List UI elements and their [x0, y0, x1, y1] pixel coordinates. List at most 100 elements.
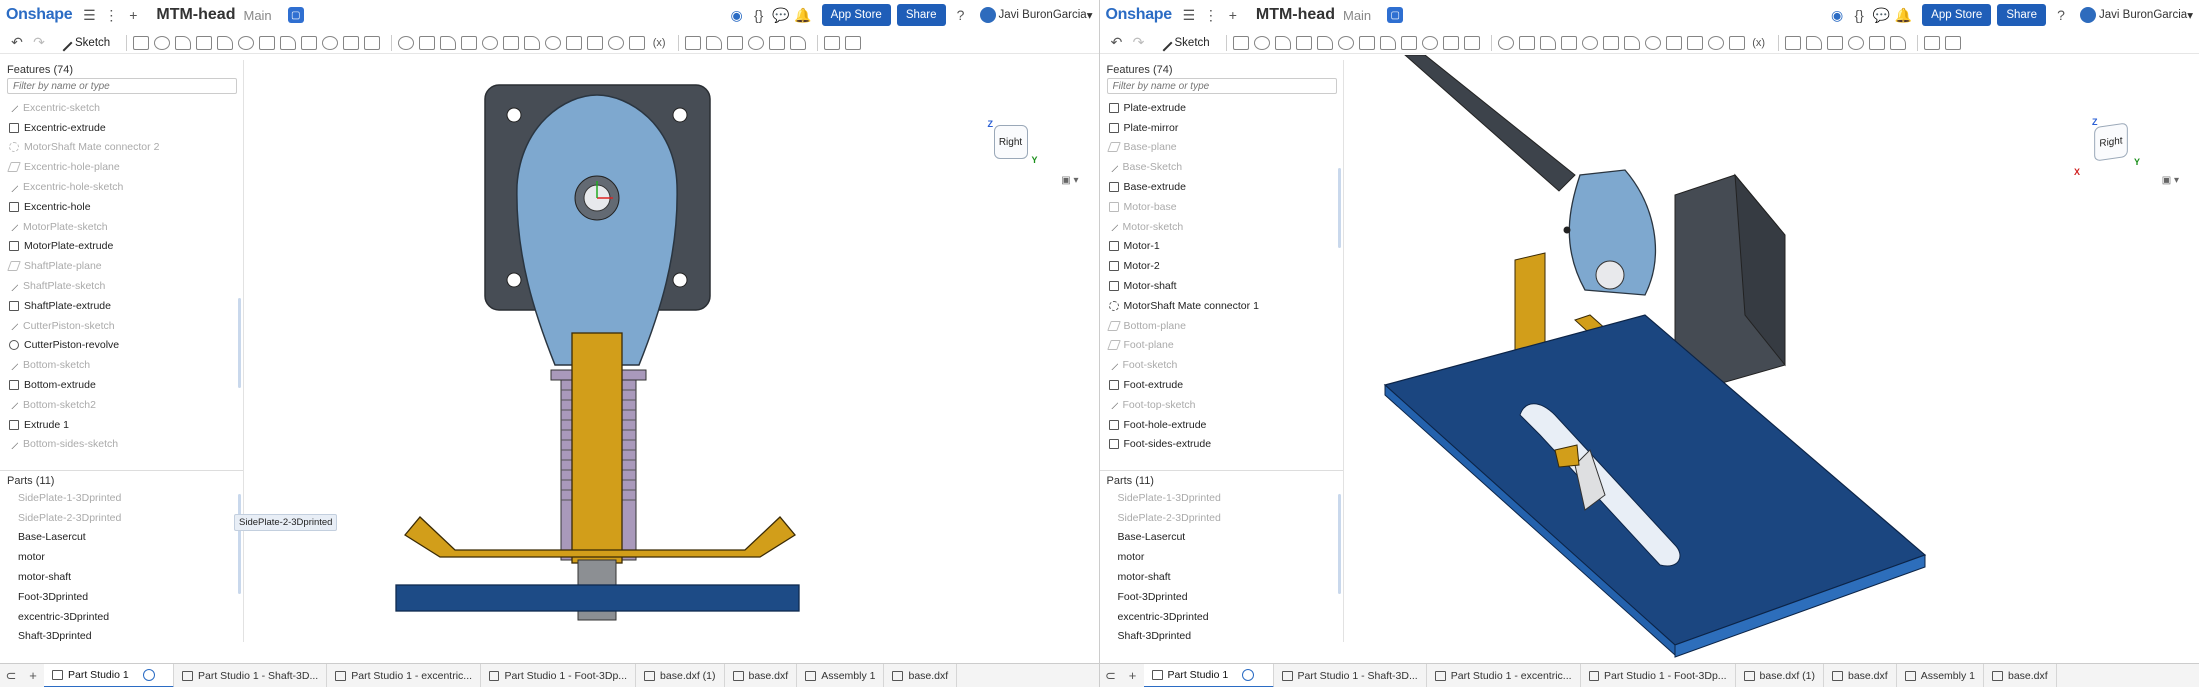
feature-item[interactable]: Excentric-hole-sketch [0, 177, 243, 197]
part-item[interactable]: SidePlate-1-3Dprinted [0, 488, 243, 508]
document-tab[interactable]: base.dxf [1824, 663, 1897, 687]
sketch-button[interactable]: Sketch [1155, 34, 1210, 51]
features-header[interactable]: Features (74) [1100, 60, 1343, 78]
share-button[interactable]: Share [1997, 4, 2046, 26]
add-custom-feature-icon[interactable] [1944, 35, 1961, 50]
chamfer-tool-icon[interactable] [259, 35, 276, 50]
follow-mode-icon[interactable] [142, 668, 155, 681]
feature-list-scrollbar[interactable] [238, 298, 241, 388]
user-menu[interactable]: Javi BuronGarcia ▾ [979, 7, 1093, 23]
comments-icon[interactable]: 💬 [772, 6, 790, 24]
feature-item[interactable]: Motor-1 [1100, 237, 1343, 257]
view-options-dropdown[interactable]: ▣ ▾ [1061, 175, 1078, 186]
undo-icon[interactable]: ↶ [1108, 34, 1126, 52]
feature-tree-icon[interactable]: ⋮ [1202, 6, 1220, 24]
appearance-tool-icon[interactable] [1923, 35, 1940, 50]
revolve-tool-icon[interactable] [1253, 35, 1270, 50]
sheet-metal-tool-icon[interactable] [566, 35, 583, 50]
part-item[interactable]: SidePlate-2-3Dprinted [1100, 508, 1343, 528]
document-tab[interactable]: Part Studio 1 - Shaft-3D... [1274, 663, 1427, 687]
feature-item[interactable]: Motor-shaft [1100, 276, 1343, 296]
fillet-tool-icon[interactable] [238, 35, 255, 50]
feature-item[interactable]: Base-Sketch [1100, 157, 1343, 177]
thicken-tool-icon[interactable] [217, 35, 234, 50]
document-name[interactable]: MTM-head [156, 6, 235, 24]
shell-tool-icon[interactable] [1421, 35, 1438, 50]
tab-manager-icon[interactable]: ⊂ [1100, 668, 1122, 684]
document-icon[interactable]: ▢ [287, 7, 304, 23]
extrude-tool-icon[interactable] [1232, 35, 1249, 50]
revolve-tool-icon[interactable] [154, 35, 171, 50]
rib-tool-icon[interactable] [301, 35, 318, 50]
feature-item[interactable]: MotorPlate-sketch [0, 217, 243, 237]
features-filter-input[interactable] [7, 78, 237, 94]
feature-item[interactable]: Base-plane [1100, 138, 1343, 158]
feature-item[interactable]: Foot-top-sketch [1100, 395, 1343, 415]
extrude-tool-icon[interactable] [133, 35, 150, 50]
onshape-logo[interactable]: Onshape [1106, 6, 1173, 24]
transform-tool-icon[interactable] [440, 35, 457, 50]
surface-tool-icon[interactable] [1686, 35, 1703, 50]
insert-icon[interactable]: + [1224, 6, 1242, 24]
help-icon[interactable]: ? [952, 6, 970, 24]
part-item[interactable]: motor [1100, 547, 1343, 567]
measure-tool-icon[interactable] [608, 35, 625, 50]
curve-tool-icon[interactable] [1868, 35, 1885, 50]
feature-item[interactable]: Bottom-sketch2 [0, 395, 243, 415]
feature-item[interactable]: Bottom-plane [1100, 316, 1343, 336]
fillet-tool-icon[interactable] [1337, 35, 1354, 50]
feature-item[interactable]: Excentric-hole-plane [0, 157, 243, 177]
notifications-icon[interactable]: 🔔 [794, 6, 812, 24]
boolean-tool-icon[interactable] [1497, 35, 1514, 50]
document-tab[interactable]: Part Studio 1 - Foot-3Dp... [1581, 663, 1736, 687]
document-tab[interactable]: Part Studio 1 - excentric... [1427, 663, 1581, 687]
user-menu[interactable]: Javi BuronGarcia ▾ [2080, 7, 2193, 23]
comments-icon[interactable]: 💬 [1872, 6, 1890, 24]
part-item[interactable]: SidePlate-1-3Dprinted [1100, 488, 1343, 508]
feature-item[interactable]: MotorPlate-extrude [0, 237, 243, 257]
add-tab-icon[interactable]: + [1122, 668, 1144, 683]
curve-tool-icon[interactable] [769, 35, 786, 50]
parts-header[interactable]: Parts (11) [1099, 470, 1343, 488]
feature-item[interactable]: Bottom-sketch [0, 355, 243, 375]
frame-tool-icon[interactable] [1889, 35, 1906, 50]
loft-tool-icon[interactable] [196, 35, 213, 50]
feature-item[interactable]: Foot-hole-extrude [1100, 415, 1343, 435]
feature-list-scrollbar[interactable] [1337, 168, 1341, 248]
undo-icon[interactable]: ↶ [8, 34, 26, 52]
feature-item[interactable]: Motor-sketch [1100, 217, 1343, 237]
appearance-tool-icon[interactable] [824, 35, 841, 50]
part-item[interactable]: Shaft-3Dprinted [0, 627, 243, 647]
feature-item[interactable]: Excentric-hole [0, 197, 243, 217]
features-header[interactable]: Features (74) [0, 60, 243, 78]
document-tab[interactable]: base.dxf (1) [1736, 663, 1824, 687]
redo-icon[interactable]: ↷ [1130, 34, 1148, 52]
draft-tool-icon[interactable] [280, 35, 297, 50]
document-tab[interactable]: Assembly 1 [797, 663, 885, 687]
frame-tool-icon[interactable] [790, 35, 807, 50]
follow-mode-icon[interactable] [1242, 668, 1255, 681]
menu-icon[interactable]: ☰ [1180, 6, 1198, 24]
wrap-tool-icon[interactable] [1784, 35, 1801, 50]
sweep-tool-icon[interactable] [175, 35, 192, 50]
document-tab[interactable]: base.dxf [884, 663, 958, 687]
plane-tool-icon[interactable] [1602, 35, 1619, 50]
part-item[interactable]: Foot-3Dprinted [1100, 587, 1343, 607]
model-isometric-view[interactable] [1345, 55, 2199, 661]
menu-icon[interactable]: ☰ [80, 6, 98, 24]
rib-tool-icon[interactable] [1400, 35, 1417, 50]
app-store-button[interactable]: App Store [1922, 4, 1992, 26]
delete-part-tool-icon[interactable] [1560, 35, 1577, 50]
view-options-dropdown[interactable]: ▣ ▾ [2162, 175, 2179, 186]
document-name[interactable]: MTM-head [1256, 6, 1335, 24]
learning-icon[interactable]: ◉ [728, 6, 746, 24]
feature-item[interactable]: Bottom-extrude [0, 375, 243, 395]
section-tool-icon[interactable] [1728, 35, 1745, 50]
feature-item[interactable]: Motor-2 [1100, 256, 1343, 276]
document-tab[interactable]: Part Studio 1 - Foot-3Dp... [481, 663, 637, 687]
feature-item[interactable]: Excentric-extrude [0, 118, 243, 138]
part-item[interactable]: Foot-3Dprinted [0, 587, 243, 607]
feature-item[interactable]: Foot-sides-extrude [1100, 435, 1343, 455]
sweep-tool-icon[interactable] [1274, 35, 1291, 50]
surface-tool-icon[interactable] [587, 35, 604, 50]
